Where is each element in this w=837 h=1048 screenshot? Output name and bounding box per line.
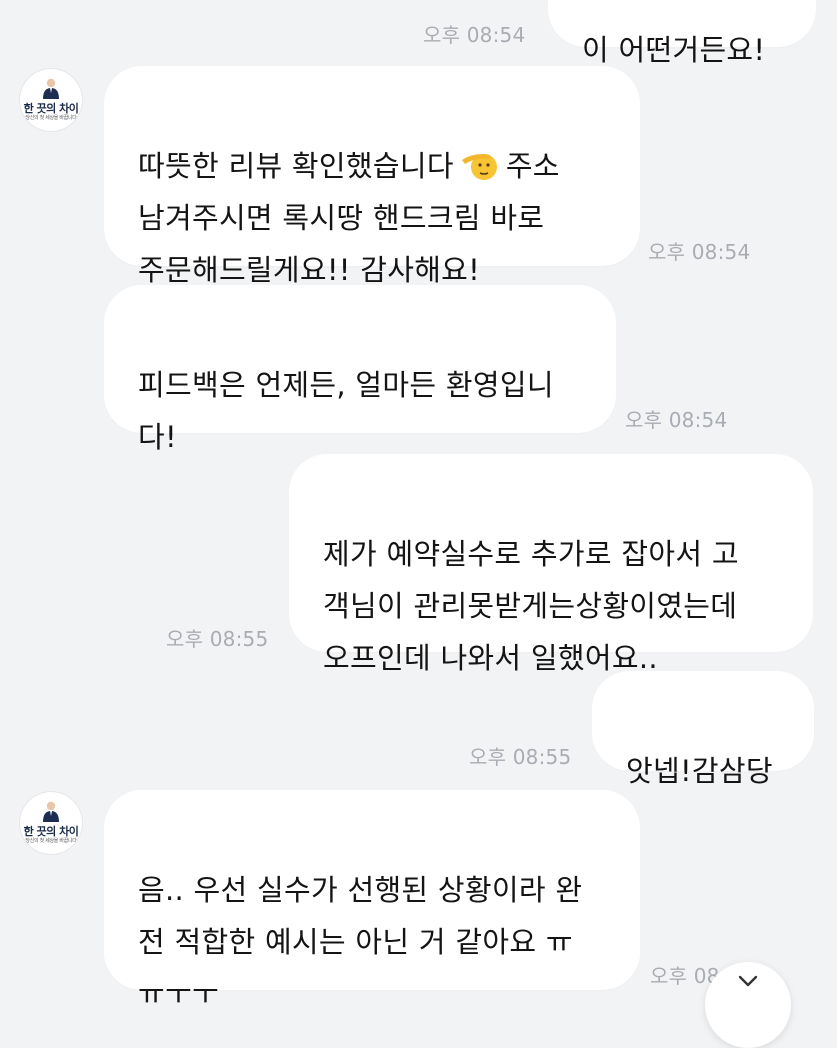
avatar-tagline-text: 당신의 첫 세상을 바꿉니다 [25,115,77,121]
incoming-message-bubble[interactable]: 따뜻한 리뷰 확인했습니다 주소 남겨주시면 록시땅 핸드크림 바로 주문해드릴… [104,66,640,287]
chat-message-list[interactable]: 이 어떤거든요! 오후 08:54 한 끗의 차이 당신의 첫 세상을 바꿉니다… [0,0,837,1048]
chevron-down-icon [738,975,758,987]
message-text: 제가 예약실수로 추가로 잡아서 고 객님이 관리못받게는상황이였는데 오프인데… [323,537,739,675]
message-timestamp: 오후 08:54 [648,240,751,264]
person-icon [43,801,59,822]
avatar[interactable]: 한 끗의 차이 당신의 첫 세상을 바꿉니다 [20,69,82,131]
message-timestamp: 오후 08:55 [166,627,269,651]
incoming-message-bubble[interactable]: 피드백은 언제든, 얼마든 환영입니 다! [104,285,616,454]
avatar[interactable]: 한 끗의 차이 당신의 첫 세상을 바꿉니다 [20,792,82,854]
message-text: 이 어떤거든요! [582,33,766,67]
message-timestamp: 오후 08:55 [469,745,572,769]
outgoing-message-bubble[interactable]: 이 어떤거든요! [548,0,816,67]
scroll-to-bottom-button[interactable] [705,962,791,1048]
incoming-message-bubble[interactable]: 음.. 우선 실수가 선행된 상황이라 완 전 적합한 예시는 아닌 거 같아요… [104,790,640,1011]
message-text: 음.. 우선 실수가 선행된 상황이라 완 전 적합한 예시는 아닌 거 같아요… [138,873,583,1011]
person-icon [43,78,59,99]
outgoing-message-bubble[interactable]: 앗넵!감삼당 [592,671,814,788]
message-text: 피드백은 언제든, 얼마든 환영입니 다! [138,368,554,454]
message-timestamp: 오후 08:54 [625,408,728,432]
saluting-face-emoji [461,154,497,180]
avatar-tagline-text: 당신의 첫 세상을 바꿉니다 [25,838,77,844]
outgoing-message-bubble[interactable]: 제가 예약실수로 추가로 잡아서 고 객님이 관리못받게는상황이였는데 오프인데… [289,454,813,675]
message-text: 앗넵!감삼당 [626,754,773,788]
message-timestamp: 오후 08:54 [423,23,526,47]
message-text: 따뜻한 리뷰 확인했습니다 [138,149,454,183]
